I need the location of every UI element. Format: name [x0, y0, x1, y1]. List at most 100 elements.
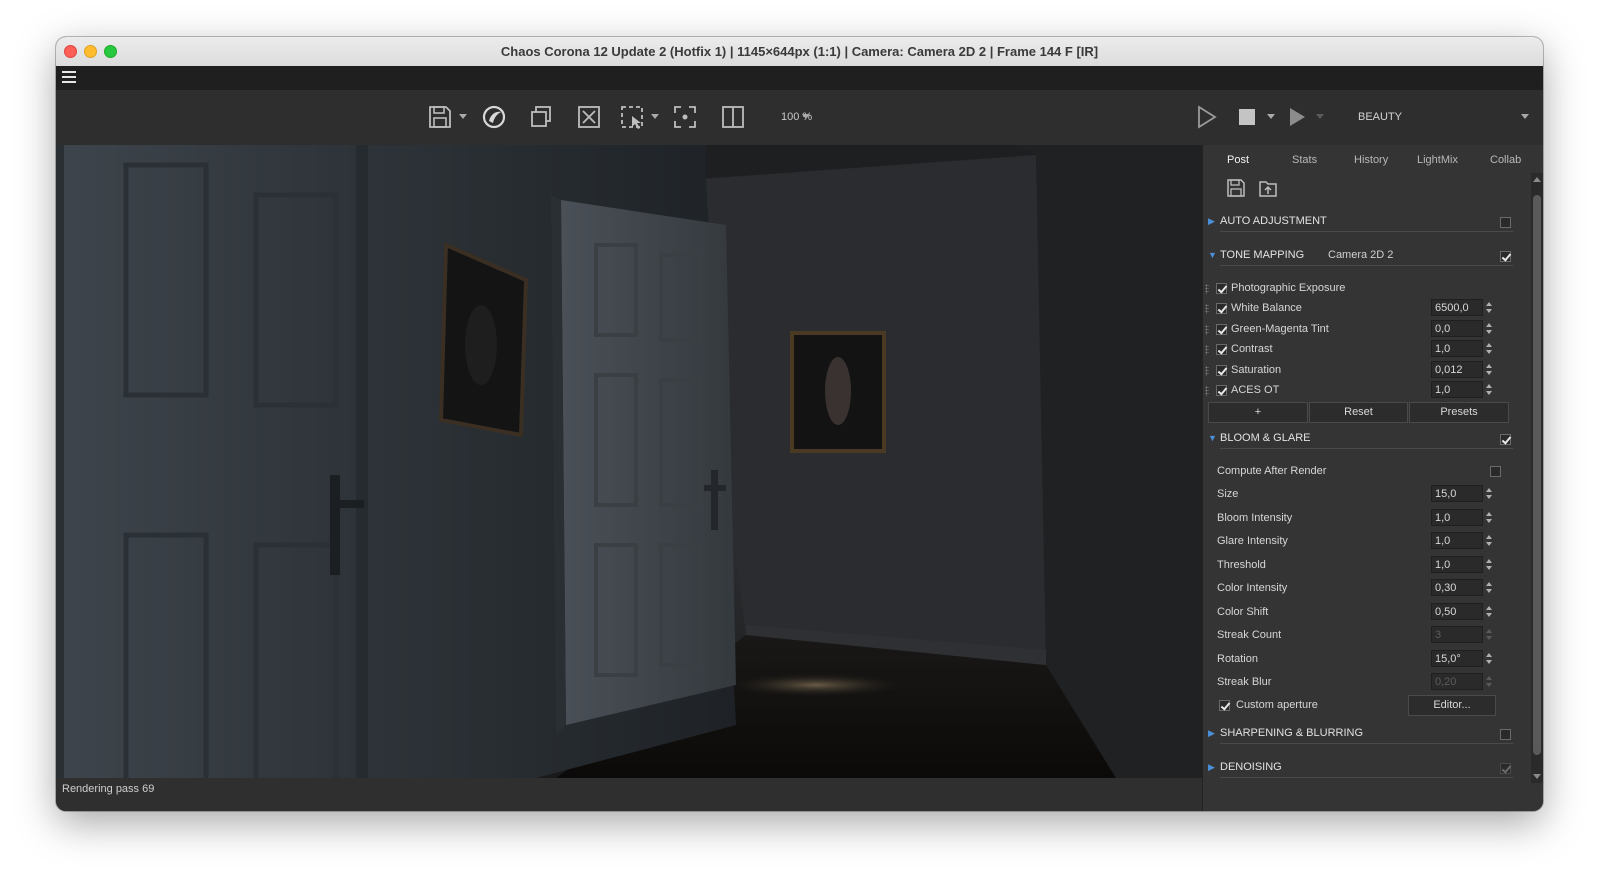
pass-dropdown-icon[interactable] — [1521, 114, 1529, 119]
size-input[interactable]: 15,0 — [1431, 485, 1483, 502]
save-icon[interactable] — [426, 103, 454, 131]
param-label: Glare Intensity — [1217, 535, 1288, 547]
threshold-input[interactable]: 1,0 — [1431, 556, 1483, 573]
section-title: SHARPENING & BLURRING — [1220, 727, 1364, 739]
stop-dropdown-icon[interactable] — [1267, 114, 1275, 119]
spinner-arrows-icon[interactable] — [1483, 299, 1495, 316]
compute-after-render-label: Compute After Render — [1217, 465, 1327, 477]
spinner-arrows-icon[interactable] — [1483, 509, 1495, 526]
render-dropdown-icon[interactable] — [1316, 114, 1324, 119]
param-label: Color Shift — [1217, 606, 1269, 618]
spinner-arrows-icon[interactable] — [1483, 485, 1495, 502]
zoom-dropdown-icon[interactable] — [802, 114, 810, 119]
tab-lightmix[interactable]: LightMix — [1417, 154, 1458, 166]
spinner-arrows-icon[interactable] — [1483, 579, 1495, 596]
denoising-toggle[interactable] — [1500, 763, 1511, 774]
scroll-thumb[interactable] — [1533, 195, 1541, 755]
param-label: Bloom Intensity — [1217, 512, 1293, 524]
region-select-icon[interactable] — [618, 103, 646, 131]
tone-op-row: Photographic Exposure — [1203, 279, 1513, 299]
save-settings-icon[interactable] — [1225, 177, 1247, 199]
drag-handle-icon[interactable] — [1205, 304, 1209, 314]
copy-icon[interactable] — [527, 103, 555, 131]
aces-ot-input[interactable]: 1,0 — [1431, 381, 1483, 398]
section-denoising[interactable]: ▶ DENOISING — [1203, 758, 1513, 778]
spinner-arrows-icon[interactable] — [1483, 556, 1495, 573]
tone-op-checkbox[interactable] — [1216, 324, 1227, 335]
contrast-input[interactable]: 1,0 — [1431, 340, 1483, 357]
clear-icon[interactable] — [575, 103, 603, 131]
spinner-arrows-icon[interactable] — [1483, 320, 1495, 337]
tone-op-checkbox[interactable] — [1216, 385, 1227, 396]
status-text: Rendering pass 69 — [62, 783, 155, 795]
section-sharpening-blurring[interactable]: ▶ SHARPENING & BLURRING — [1203, 724, 1513, 744]
section-title: TONE MAPPING — [1220, 249, 1305, 261]
tone-op-label: Contrast — [1231, 343, 1273, 355]
load-settings-icon[interactable] — [1257, 177, 1279, 199]
compare-icon[interactable] — [719, 103, 747, 131]
spinner-arrows-icon[interactable] — [1483, 650, 1495, 667]
drag-handle-icon[interactable] — [1205, 345, 1209, 355]
drag-handle-icon[interactable] — [1205, 284, 1209, 294]
section-bloom-glare[interactable]: ▼ BLOOM & GLARE — [1203, 429, 1513, 449]
corona-logo-icon[interactable] — [480, 103, 508, 131]
tab-history[interactable]: History — [1354, 154, 1388, 166]
spinner-arrows-icon[interactable] — [1483, 603, 1495, 620]
scroll-down-icon[interactable] — [1533, 774, 1541, 779]
tint-input[interactable]: 0,0 — [1431, 320, 1483, 337]
color-intensity-input[interactable]: 0,30 — [1431, 579, 1483, 596]
hamburger-menu-icon[interactable] — [62, 71, 76, 83]
play-icon[interactable] — [1192, 103, 1220, 131]
drag-handle-icon[interactable] — [1205, 366, 1209, 376]
tone-op-checkbox[interactable] — [1216, 303, 1227, 314]
tone-op-checkbox[interactable] — [1216, 344, 1227, 355]
rotation-input[interactable]: 15,0° — [1431, 650, 1483, 667]
aperture-editor-button[interactable]: Editor... — [1408, 695, 1496, 716]
renderer-window: Chaos Corona 12 Update 2 (Hotfix 1) | 11… — [56, 37, 1543, 811]
status-bar: Rendering pass 69 — [56, 778, 1202, 811]
tab-collab[interactable]: Collab — [1490, 154, 1521, 166]
tone-op-checkbox[interactable] — [1216, 283, 1227, 294]
white-balance-input[interactable]: 6500,0 — [1431, 299, 1483, 316]
render-image — [56, 145, 1202, 778]
stop-icon[interactable] — [1233, 103, 1261, 131]
save-dropdown-icon[interactable] — [459, 114, 467, 119]
compute-after-render-checkbox[interactable] — [1490, 466, 1501, 477]
spinner-arrows-icon[interactable] — [1483, 381, 1495, 398]
auto-adjustment-toggle[interactable] — [1500, 217, 1511, 228]
bloom-intensity-input[interactable]: 1,0 — [1431, 509, 1483, 526]
bloom-glare-toggle[interactable] — [1500, 434, 1511, 445]
section-tone-mapping[interactable]: ▼ TONE MAPPING Camera 2D 2 — [1203, 246, 1513, 266]
render-viewport[interactable] — [56, 145, 1202, 778]
bloom-param-row: Bloom Intensity 1,0 — [1203, 509, 1513, 529]
render-pass-select[interactable]: BEAUTY — [1358, 111, 1402, 123]
tab-stats[interactable]: Stats — [1292, 154, 1317, 166]
section-auto-adjustment[interactable]: ▶ AUTO ADJUSTMENT — [1203, 212, 1513, 232]
color-shift-input[interactable]: 0,50 — [1431, 603, 1483, 620]
custom-aperture-label: Custom aperture — [1236, 699, 1318, 711]
region-dropdown-icon[interactable] — [651, 114, 659, 119]
scroll-up-icon[interactable] — [1533, 177, 1541, 182]
tone-op-row: ACES OT 1,0 — [1203, 381, 1513, 401]
streak-count-input: 3 — [1431, 626, 1483, 643]
presets-button[interactable]: Presets — [1409, 402, 1509, 423]
param-label: Color Intensity — [1217, 582, 1288, 594]
reset-button[interactable]: Reset — [1309, 402, 1408, 423]
glare-intensity-input[interactable]: 1,0 — [1431, 532, 1483, 549]
spinner-arrows-icon[interactable] — [1483, 532, 1495, 549]
interactive-render-icon[interactable] — [1283, 103, 1311, 131]
tone-mapping-toggle[interactable] — [1500, 251, 1511, 262]
add-operator-button[interactable]: + — [1208, 402, 1308, 423]
drag-handle-icon[interactable] — [1205, 386, 1209, 396]
saturation-input[interactable]: 0,012 — [1431, 361, 1483, 378]
drag-handle-icon[interactable] — [1205, 325, 1209, 335]
spinner-arrows-icon[interactable] — [1483, 340, 1495, 357]
sharpening-toggle[interactable] — [1500, 729, 1511, 740]
tone-op-checkbox[interactable] — [1216, 365, 1227, 376]
expanded-arrow-icon: ▼ — [1208, 250, 1217, 260]
tab-post[interactable]: Post — [1227, 154, 1249, 166]
tone-op-row: Saturation 0,012 — [1203, 361, 1513, 381]
spinner-arrows-icon[interactable] — [1483, 361, 1495, 378]
focus-icon[interactable] — [671, 103, 699, 131]
panel-scrollbar[interactable] — [1531, 173, 1543, 783]
